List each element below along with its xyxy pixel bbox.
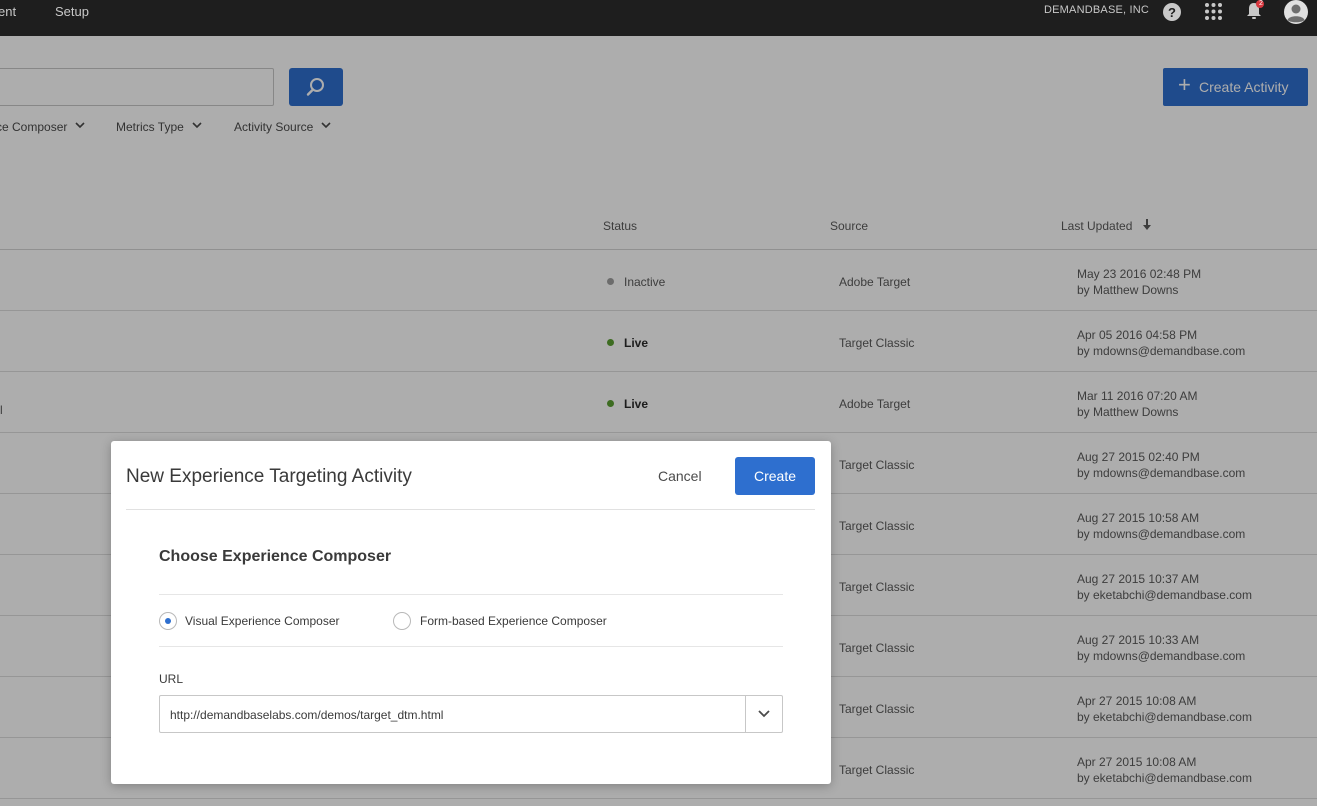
radio-visual-composer[interactable]: [159, 612, 177, 630]
url-dropdown-button[interactable]: [745, 696, 782, 732]
user-avatar-icon[interactable]: [1284, 0, 1308, 29]
radio-form-composer-label[interactable]: Form-based Experience Composer: [420, 614, 607, 628]
divider: [159, 646, 783, 647]
apps-grid-icon[interactable]: [1204, 2, 1223, 26]
url-value: http://demandbaselabs.com/demos/target_d…: [170, 708, 444, 722]
radio-form-composer[interactable]: [393, 612, 411, 630]
org-name[interactable]: DEMANDBASE, INC: [1044, 4, 1149, 16]
composer-section-title: Choose Experience Composer: [159, 548, 392, 565]
dialog-title: New Experience Targeting Activity: [126, 466, 412, 487]
url-label: URL: [159, 672, 184, 686]
svg-text:?: ?: [1168, 5, 1176, 20]
radio-visual-composer-label[interactable]: Visual Experience Composer: [185, 614, 340, 628]
url-input[interactable]: http://demandbaselabs.com/demos/target_d…: [159, 695, 783, 733]
notification-count: 2: [1259, 0, 1263, 7]
nav-link-setup[interactable]: Setup: [55, 4, 89, 19]
top-nav-bar: ent Setup DEMANDBASE, INC ? 2: [0, 0, 1317, 36]
create-button[interactable]: Create: [735, 457, 815, 495]
dialog-header-divider: [126, 509, 815, 510]
new-activity-dialog: New Experience Targeting Activity Cancel…: [111, 441, 831, 784]
nav-link-content[interactable]: ent: [0, 4, 16, 19]
help-icon[interactable]: ?: [1162, 2, 1182, 27]
cancel-button[interactable]: Cancel: [658, 468, 702, 484]
chevron-down-icon: [758, 710, 770, 718]
divider: [159, 594, 783, 595]
